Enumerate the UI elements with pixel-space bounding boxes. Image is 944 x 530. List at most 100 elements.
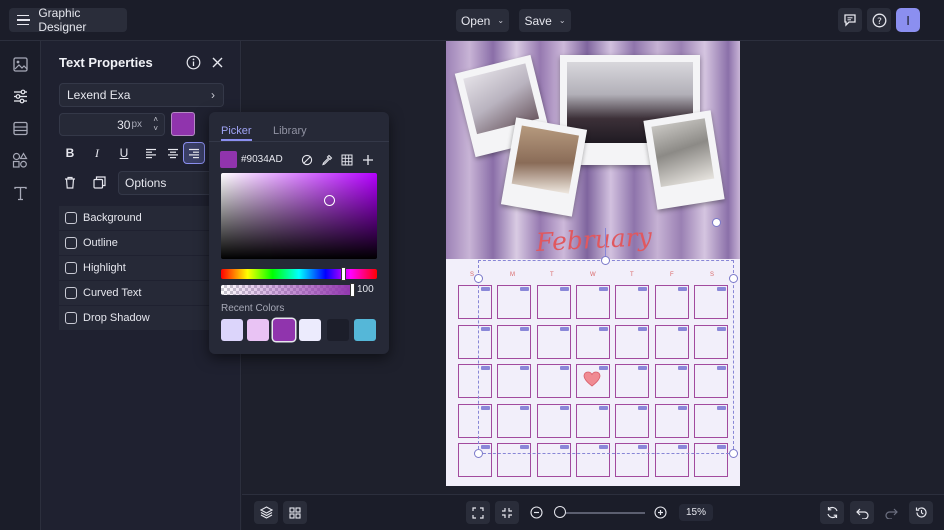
recent-color-swatch-selected[interactable] bbox=[273, 319, 295, 341]
toggle-drop-shadow[interactable]: Drop Shadow bbox=[59, 306, 209, 330]
close-panel-button[interactable] bbox=[209, 54, 225, 70]
redo-button[interactable] bbox=[879, 501, 903, 524]
opacity-value[interactable]: 100 bbox=[357, 284, 374, 295]
add-color-button[interactable] bbox=[359, 151, 376, 168]
tab-picker[interactable]: Picker bbox=[221, 123, 252, 141]
font-family-select[interactable]: Lexend Exa › bbox=[59, 83, 224, 107]
font-size-value: 30 bbox=[117, 117, 131, 132]
tab-library-label: Library bbox=[273, 125, 307, 137]
zoom-slider-handle[interactable] bbox=[554, 506, 566, 518]
font-family-value: Lexend Exa bbox=[67, 88, 131, 102]
zoom-slider-track[interactable] bbox=[560, 512, 645, 514]
opacity-handle[interactable] bbox=[350, 283, 355, 297]
resize-handle-se[interactable] bbox=[729, 449, 738, 458]
images-tool-button[interactable] bbox=[10, 54, 30, 74]
font-size-unit: px bbox=[131, 119, 142, 130]
toggle-outline[interactable]: Outline bbox=[59, 231, 209, 255]
replace-button[interactable] bbox=[820, 501, 844, 524]
avatar-initial: I bbox=[906, 12, 910, 28]
checkbox[interactable] bbox=[65, 312, 77, 324]
open-button[interactable]: Open ⌄ bbox=[456, 9, 509, 32]
zoom-level-input[interactable]: 15% bbox=[679, 504, 713, 521]
comments-button[interactable] bbox=[838, 8, 862, 32]
fit-to-screen-button[interactable] bbox=[466, 501, 490, 524]
toggle-background[interactable]: Background bbox=[59, 206, 209, 230]
layout-icon bbox=[12, 121, 28, 135]
saturation-field[interactable] bbox=[221, 173, 377, 259]
text-color-swatch[interactable] bbox=[171, 112, 195, 136]
recent-color-swatch[interactable] bbox=[354, 319, 376, 341]
app-title: Graphic Designer bbox=[38, 6, 87, 34]
app-menu-button[interactable]: Graphic Designer bbox=[9, 6, 127, 34]
hue-slider[interactable] bbox=[221, 267, 377, 281]
toggle-highlight[interactable]: Highlight bbox=[59, 256, 209, 280]
save-button[interactable]: Save ⌄ bbox=[519, 9, 571, 32]
italic-button[interactable]: I bbox=[86, 142, 108, 164]
align-left-button[interactable] bbox=[140, 142, 162, 164]
polaroid-photo[interactable] bbox=[643, 110, 725, 210]
resize-handle-nw[interactable] bbox=[474, 274, 483, 283]
text-tool-button[interactable] bbox=[10, 183, 30, 203]
recent-color-swatch[interactable] bbox=[299, 319, 321, 341]
align-left-icon bbox=[146, 148, 156, 158]
resize-handle-e[interactable] bbox=[712, 218, 721, 227]
resize-handle-ne[interactable] bbox=[729, 274, 738, 283]
no-color-button[interactable] bbox=[298, 151, 315, 168]
eyedropper-button[interactable] bbox=[318, 151, 335, 168]
open-label: Open bbox=[460, 13, 491, 28]
resize-handle-sw[interactable] bbox=[474, 449, 483, 458]
opacity-slider[interactable] bbox=[221, 283, 355, 297]
align-center-button[interactable] bbox=[162, 142, 184, 164]
user-avatar[interactable]: I bbox=[896, 8, 920, 32]
stepper-down-icon[interactable]: ˅ bbox=[153, 124, 158, 133]
image-icon bbox=[12, 56, 28, 72]
layout-tool-button[interactable] bbox=[10, 118, 30, 138]
duplicate-button[interactable] bbox=[88, 171, 110, 193]
checkbox[interactable] bbox=[65, 262, 77, 274]
swatch-grid-button[interactable] bbox=[338, 151, 355, 168]
grid-view-icon bbox=[289, 506, 301, 519]
hex-input[interactable]: #9034AD bbox=[238, 151, 292, 168]
align-right-button[interactable] bbox=[183, 142, 205, 164]
adjustments-tool-button[interactable] bbox=[10, 86, 30, 106]
checkbox[interactable] bbox=[65, 287, 77, 299]
grid-view-button[interactable] bbox=[283, 501, 307, 524]
undo-icon bbox=[855, 508, 869, 519]
info-button[interactable] bbox=[185, 54, 201, 70]
toggle-label: Highlight bbox=[83, 262, 126, 274]
zoom-in-button[interactable] bbox=[653, 505, 668, 520]
recent-color-swatch[interactable] bbox=[327, 319, 349, 341]
recent-color-swatch[interactable] bbox=[247, 319, 269, 341]
delete-button[interactable] bbox=[59, 171, 81, 193]
hue-handle[interactable] bbox=[341, 267, 346, 281]
elements-tool-button[interactable] bbox=[10, 150, 30, 170]
undo-button[interactable] bbox=[850, 501, 874, 524]
align-right-icon bbox=[189, 148, 199, 158]
tab-library[interactable]: Library bbox=[273, 123, 307, 141]
saturation-cursor[interactable] bbox=[324, 195, 335, 206]
checkbox[interactable] bbox=[65, 237, 77, 249]
recent-color-swatch[interactable] bbox=[221, 319, 243, 341]
bold-button[interactable]: B bbox=[59, 142, 81, 164]
chevron-down-icon: ⌄ bbox=[497, 16, 505, 25]
stepper-up-icon[interactable]: ˄ bbox=[153, 115, 158, 124]
italic-icon: I bbox=[95, 145, 99, 160]
text-icon bbox=[13, 186, 27, 200]
align-center-icon bbox=[168, 148, 178, 158]
polaroid-photo[interactable] bbox=[500, 117, 588, 217]
zoom-out-button[interactable] bbox=[529, 505, 544, 520]
actual-size-button[interactable] bbox=[495, 501, 519, 524]
rotate-handle[interactable] bbox=[601, 256, 610, 265]
checkbox[interactable] bbox=[65, 212, 77, 224]
history-icon bbox=[915, 507, 927, 518]
selection-box bbox=[478, 260, 734, 454]
layers-button[interactable] bbox=[254, 501, 278, 524]
toggle-curved-text[interactable]: Curved Text bbox=[59, 281, 209, 305]
close-icon bbox=[212, 57, 222, 67]
recent-colors-label: Recent Colors bbox=[221, 303, 285, 314]
month-title[interactable]: February bbox=[535, 222, 652, 257]
help-button[interactable]: ? bbox=[867, 8, 891, 32]
underline-button[interactable]: U bbox=[113, 142, 135, 164]
history-button[interactable] bbox=[909, 501, 933, 524]
font-size-input[interactable]: 30 px ˄ ˅ bbox=[59, 113, 165, 136]
